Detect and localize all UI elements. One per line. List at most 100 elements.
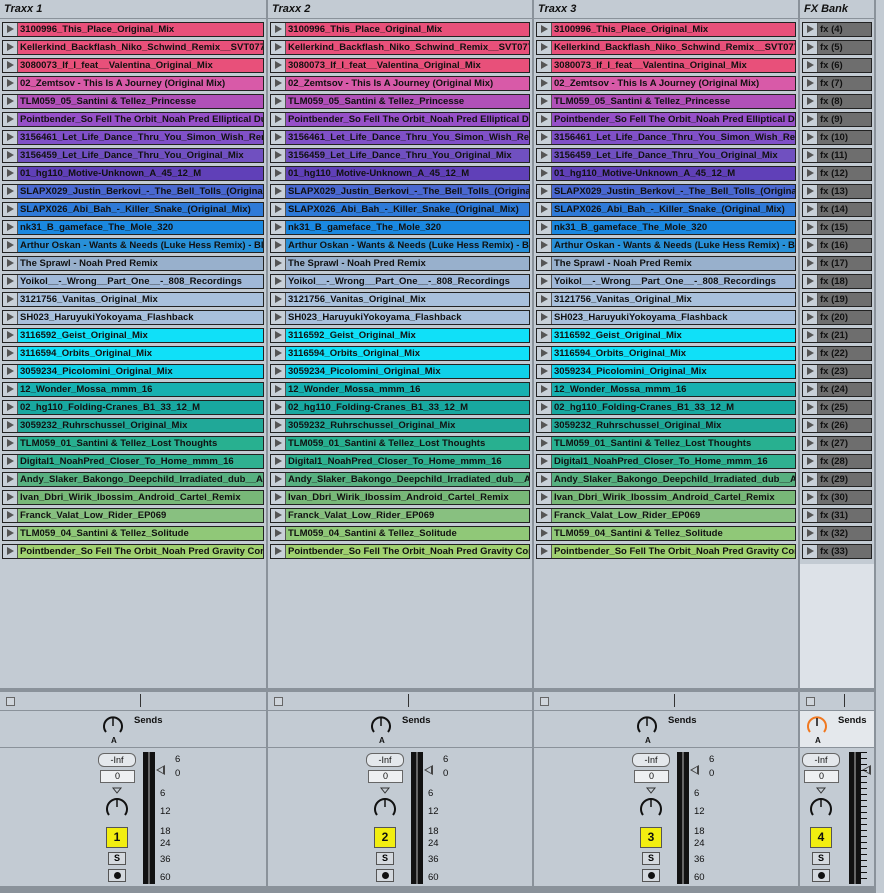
solo-button[interactable]: S	[376, 852, 394, 865]
clip-slot[interactable]: 3116594_Orbits_Original_Mix	[2, 346, 264, 361]
play-icon[interactable]	[271, 257, 286, 270]
clip-slot[interactable]: The Sprawl - Noah Pred Remix	[270, 256, 530, 271]
clip-slot[interactable]: 3059232_Ruhrschussel_Original_Mix	[536, 418, 796, 433]
play-icon[interactable]	[803, 23, 818, 36]
play-icon[interactable]	[803, 329, 818, 342]
play-icon[interactable]	[803, 437, 818, 450]
play-icon[interactable]	[803, 473, 818, 486]
clip-slot[interactable]: 3100996_This_Place_Original_Mix	[2, 22, 264, 37]
clip-slot[interactable]: 3121756_Vanitas_Original_Mix	[270, 292, 530, 307]
play-icon[interactable]	[3, 167, 18, 180]
clip-slot[interactable]: 3156461_Let_Life_Dance_Thru_You_Simon_Wi…	[536, 130, 796, 145]
play-icon[interactable]	[803, 455, 818, 468]
play-icon[interactable]	[3, 473, 18, 486]
clip-slot[interactable]: Andy_Slaker_Bakongo_Deepchild_Irradiated…	[2, 472, 264, 487]
play-icon[interactable]	[803, 491, 818, 504]
play-icon[interactable]	[537, 473, 552, 486]
clip-slot[interactable]: Franck_Valat_Low_Rider_EP069	[270, 508, 530, 523]
pan-knob[interactable]	[808, 786, 834, 820]
play-icon[interactable]	[3, 527, 18, 540]
play-icon[interactable]	[271, 203, 286, 216]
play-icon[interactable]	[3, 311, 18, 324]
clip-slot[interactable]: fx (14)	[802, 202, 872, 217]
clip-slot[interactable]: fx (18)	[802, 274, 872, 289]
clip-slot[interactable]: 3059232_Ruhrschussel_Original_Mix	[2, 418, 264, 433]
clip-slot[interactable]: Kellerkind_Backflash_Niko_Schwind_Remix_…	[536, 40, 796, 55]
play-icon[interactable]	[537, 95, 552, 108]
play-icon[interactable]	[271, 221, 286, 234]
clip-slot[interactable]: 3116592_Geist_Original_Mix	[2, 328, 264, 343]
clip-slot[interactable]: 3116594_Orbits_Original_Mix	[536, 346, 796, 361]
clip-slot[interactable]: Ivan_Dbri_Wirik_Ibossim_Android_Cartel_R…	[536, 490, 796, 505]
clip-slot[interactable]: 3080073_If_I_feat__Valentina_Original_Mi…	[2, 58, 264, 73]
play-icon[interactable]	[537, 545, 552, 558]
record-arm-button[interactable]	[812, 869, 830, 882]
clip-slot[interactable]: fx (9)	[802, 112, 872, 127]
play-icon[interactable]	[271, 239, 286, 252]
clip-slot[interactable]: 3121756_Vanitas_Original_Mix	[536, 292, 796, 307]
pan-knob[interactable]	[638, 786, 664, 820]
clip-slot[interactable]: 02_hg110_Folding-Cranes_B1_33_12_M	[270, 400, 530, 415]
play-icon[interactable]	[537, 509, 552, 522]
clip-slot[interactable]: fx (22)	[802, 346, 872, 361]
play-icon[interactable]	[3, 293, 18, 306]
track-header[interactable]: Traxx 3	[534, 0, 798, 19]
stop-clip-button[interactable]	[274, 697, 283, 706]
clip-slot[interactable]: SH023_HaruyukiYokoyama_Flashback	[536, 310, 796, 325]
play-icon[interactable]	[271, 59, 286, 72]
volume-fader-handle[interactable]	[424, 765, 433, 775]
clip-slot[interactable]: fx (8)	[802, 94, 872, 109]
volume-inf-display[interactable]: -Inf	[802, 753, 840, 767]
stop-clip-button[interactable]	[806, 697, 815, 706]
play-icon[interactable]	[803, 365, 818, 378]
play-icon[interactable]	[271, 167, 286, 180]
play-icon[interactable]	[537, 221, 552, 234]
clip-slot[interactable]: 02_Zemtsov - This Is A Journey (Original…	[536, 76, 796, 91]
play-icon[interactable]	[3, 239, 18, 252]
clip-slot[interactable]: Franck_Valat_Low_Rider_EP069	[2, 508, 264, 523]
clip-slot[interactable]: Digital1_NoahPred_Closer_To_Home_mmm_16	[270, 454, 530, 469]
play-icon[interactable]	[271, 473, 286, 486]
play-icon[interactable]	[803, 113, 818, 126]
play-icon[interactable]	[537, 275, 552, 288]
send-a-knob[interactable]	[370, 715, 392, 737]
clip-slot[interactable]: fx (33)	[802, 544, 872, 559]
track-activator-button[interactable]: 3	[640, 827, 662, 848]
clip-slot[interactable]: SLAPX029_Justin_Berkovi_-_The_Bell_Tolls…	[2, 184, 264, 199]
clip-slot[interactable]: SLAPX029_Justin_Berkovi_-_The_Bell_Tolls…	[270, 184, 530, 199]
clip-slot[interactable]: 3080073_If_I_feat__Valentina_Original_Mi…	[270, 58, 530, 73]
play-icon[interactable]	[3, 455, 18, 468]
clip-slot[interactable]: fx (25)	[802, 400, 872, 415]
clip-slot[interactable]: SLAPX029_Justin_Berkovi_-_The_Bell_Tolls…	[536, 184, 796, 199]
volume-fader-handle[interactable]	[156, 765, 165, 775]
play-icon[interactable]	[537, 77, 552, 90]
clip-slot[interactable]: Andy_Slaker_Bakongo_Deepchild_Irradiated…	[536, 472, 796, 487]
pan-knob[interactable]	[372, 786, 398, 820]
play-icon[interactable]	[803, 77, 818, 90]
clip-slot[interactable]: Pointbender_So Fell The Orbit_Noah Pred …	[536, 112, 796, 127]
clip-slot[interactable]: 02_hg110_Folding-Cranes_B1_33_12_M	[536, 400, 796, 415]
right-scroll-edge[interactable]	[876, 0, 884, 893]
play-icon[interactable]	[271, 365, 286, 378]
clip-slot[interactable]: The Sprawl - Noah Pred Remix	[2, 256, 264, 271]
clip-slot[interactable]: fx (7)	[802, 76, 872, 91]
play-icon[interactable]	[803, 95, 818, 108]
play-icon[interactable]	[271, 113, 286, 126]
play-icon[interactable]	[803, 185, 818, 198]
play-icon[interactable]	[271, 41, 286, 54]
clip-slot[interactable]: 3059232_Ruhrschussel_Original_Mix	[270, 418, 530, 433]
clip-slot[interactable]: Pointbender_So Fell The Orbit_Noah Pred …	[270, 544, 530, 559]
clip-slot[interactable]: fx (17)	[802, 256, 872, 271]
clip-slot[interactable]: 3121756_Vanitas_Original_Mix	[2, 292, 264, 307]
play-icon[interactable]	[537, 131, 552, 144]
play-icon[interactable]	[3, 59, 18, 72]
play-icon[interactable]	[803, 545, 818, 558]
play-icon[interactable]	[271, 23, 286, 36]
play-icon[interactable]	[271, 275, 286, 288]
clip-slot[interactable]: Kellerkind_Backflash_Niko_Schwind_Remix_…	[2, 40, 264, 55]
clip-slot[interactable]: TLM059_01_Santini & Tellez_Lost Thoughts	[270, 436, 530, 451]
clip-slot[interactable]: fx (20)	[802, 310, 872, 325]
play-icon[interactable]	[537, 491, 552, 504]
volume-inf-display[interactable]: -Inf	[632, 753, 670, 767]
clip-slot[interactable]: 3156459_Let_Life_Dance_Thru_You_Original…	[2, 148, 264, 163]
